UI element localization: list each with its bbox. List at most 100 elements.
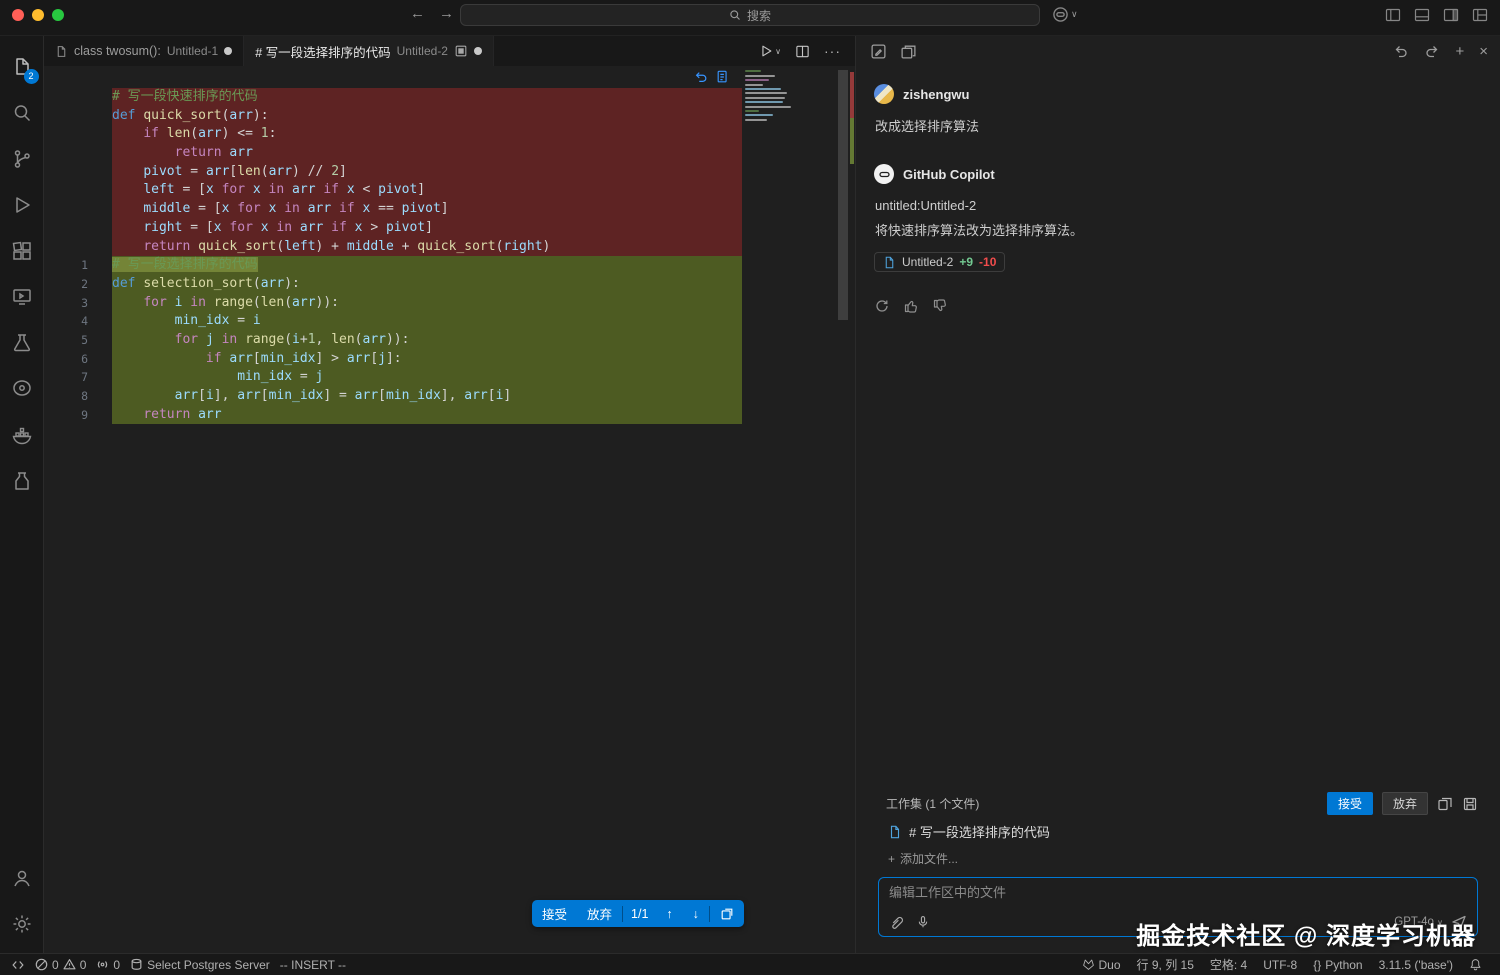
sidebar-item-extension-a[interactable] — [0, 366, 44, 412]
chat-edits-icon[interactable] — [870, 43, 887, 60]
sidebar-item-run-debug[interactable] — [0, 182, 44, 228]
minimize-window-button[interactable] — [32, 8, 44, 21]
model-selector[interactable]: GPT-4o ∨ — [1394, 916, 1443, 928]
remote-indicator[interactable] — [6, 954, 30, 975]
chip-file-name: Untitled-2 — [902, 255, 954, 269]
sidebar-item-docker[interactable] — [0, 412, 44, 458]
attach-icon[interactable] — [889, 915, 904, 930]
code-line[interactable]: right = [x for x in arr if x > pivot] — [44, 218, 742, 238]
next-change-button[interactable]: ↓ — [683, 900, 709, 927]
workset-discard-button[interactable]: 放弃 — [1381, 792, 1428, 815]
sidebar-item-search[interactable] — [0, 90, 44, 136]
ports-count: 0 — [113, 957, 121, 972]
code-line[interactable]: left = [x for x in arr if x < pivot] — [44, 181, 742, 201]
save-all-icon[interactable] — [1462, 796, 1478, 812]
copilot-menu-button[interactable]: ∨ — [1052, 6, 1078, 23]
settings-button[interactable] — [0, 901, 44, 947]
notifications-button[interactable] — [1461, 958, 1490, 971]
add-file-button[interactable]: + 添加文件... — [878, 841, 1478, 867]
split-editor-icon[interactable] — [795, 44, 810, 59]
workset-accept-button[interactable]: 接受 — [1326, 792, 1373, 815]
editor[interactable]: # 写一段快速排序的代码 def quick_sort(arr): if len(… — [44, 66, 855, 953]
thumbs-up-icon[interactable] — [903, 298, 919, 314]
accept-change-button[interactable]: 接受 — [532, 900, 577, 927]
open-changes-button[interactable] — [710, 900, 744, 927]
code-line[interactable]: return arr — [44, 144, 742, 163]
encoding-indicator[interactable]: UTF-8 — [1255, 958, 1305, 972]
toggle-panel-icon[interactable] — [1414, 7, 1430, 23]
regenerate-icon[interactable] — [874, 298, 890, 314]
code-line[interactable]: 1 # 写一段选择排序的代码 — [44, 256, 742, 275]
code-line[interactable]: 9 return arr — [44, 405, 742, 425]
search-placeholder: 搜索 — [746, 8, 771, 23]
code-line[interactable]: 4 min_idx = i — [44, 312, 742, 331]
maximize-window-button[interactable] — [52, 8, 64, 21]
modified-dot-icon[interactable] — [473, 47, 482, 55]
diff-review-toolbar: 接受 放弃 1/1 ↑ ↓ — [532, 900, 744, 927]
postgres-label: Select Postgres Server — [147, 957, 270, 972]
sidebar-item-extensions[interactable] — [0, 228, 44, 274]
python-env-selector[interactable]: 3.11.5 ('base') — [1371, 958, 1461, 972]
view-all-diffs-icon[interactable] — [1437, 796, 1453, 812]
sidebar-item-explorer[interactable]: 2 — [0, 44, 44, 90]
ports-indicator[interactable]: 0 — [91, 954, 125, 975]
workset-file-item[interactable]: # 写一段选择排序的代码 — [878, 815, 1478, 841]
duo-indicator[interactable]: Duo — [1074, 958, 1129, 972]
code-line[interactable]: # 写一段快速排序的代码 — [44, 88, 742, 107]
code-line[interactable]: def quick_sort(arr): — [44, 106, 742, 126]
cursor-position[interactable]: 行 9, 列 15 — [1129, 956, 1202, 973]
back-icon[interactable]: ← — [410, 5, 425, 22]
python-env-label: 3.11.5 ('base') — [1378, 957, 1453, 972]
sidebar-item-source-control[interactable] — [0, 136, 44, 182]
language-mode[interactable]: {} Python — [1305, 958, 1370, 972]
search-input[interactable]: 搜索 — [460, 4, 1040, 26]
code-line[interactable]: 6 if arr[min_idx] > arr[j]: — [44, 349, 742, 369]
thumbs-down-icon[interactable] — [932, 298, 948, 314]
code-line[interactable]: 8 arr[i], arr[min_idx] = arr[min_idx], a… — [44, 387, 742, 406]
tab-untitled-2[interactable]: # 写一段选择排序的代码 Untitled-2 — [244, 36, 494, 66]
customize-layout-icon[interactable] — [1472, 7, 1488, 23]
account-button[interactable] — [0, 855, 44, 901]
undo-edit-icon[interactable] — [694, 70, 708, 84]
sidebar-item-extension-b[interactable] — [0, 458, 44, 504]
chat-input-container: GPT-4o ∨ — [878, 877, 1478, 937]
postgres-selector[interactable]: Select Postgres Server — [125, 954, 275, 975]
code-line[interactable]: 5 for j in range(i+1, len(arr)): — [44, 330, 742, 350]
vim-mode-indicator[interactable]: -- INSERT -- — [275, 954, 351, 975]
code-line[interactable]: pivot = arr[len(arr) // 2] — [44, 162, 742, 182]
vertical-scrollbar[interactable] — [838, 70, 848, 320]
code-line[interactable]: 3 for i in range(len(arr)): — [44, 293, 742, 313]
redo-icon[interactable] — [1424, 43, 1440, 59]
undo-icon[interactable] — [1393, 43, 1409, 59]
code-line[interactable]: middle = [x for x in arr if x == pivot] — [44, 200, 742, 219]
code-line[interactable]: if len(arr) <= 1: — [44, 125, 742, 145]
titlebar: ← → 搜索 ∨ — [0, 0, 1500, 36]
minimap[interactable] — [745, 68, 801, 123]
code-line[interactable]: return quick_sort(left) + middle + quick… — [44, 237, 742, 257]
toggle-primary-sidebar-icon[interactable] — [1385, 7, 1401, 23]
discard-change-button[interactable]: 放弃 — [577, 900, 622, 927]
sidebar-item-remote-explorer[interactable] — [0, 274, 44, 320]
tab-untitled-1[interactable]: class twosum(): Untitled-1 — [44, 36, 245, 66]
indentation-indicator[interactable]: 空格: 4 — [1202, 956, 1255, 973]
close-icon[interactable]: × — [1479, 43, 1488, 60]
sidebar-item-testing[interactable] — [0, 320, 44, 366]
chat-input[interactable] — [889, 885, 1467, 900]
modified-dot-icon[interactable] — [224, 47, 233, 55]
problems-indicator[interactable]: 0 0 — [30, 954, 91, 975]
more-actions-icon[interactable]: ··· — [824, 43, 841, 59]
send-icon[interactable] — [1451, 914, 1467, 930]
code-line[interactable]: 7 min_idx = j — [44, 368, 742, 387]
chat-sessions-icon[interactable] — [900, 43, 917, 60]
changed-file-chip[interactable]: Untitled-2 +9 -10 — [874, 252, 1006, 272]
open-diff-icon[interactable] — [716, 70, 730, 84]
forward-icon[interactable]: → — [439, 5, 454, 22]
code-line[interactable]: 2 def selection_sort(arr): — [44, 274, 742, 294]
new-chat-icon[interactable]: + — [1455, 43, 1464, 60]
toggle-secondary-sidebar-icon[interactable] — [1443, 7, 1459, 23]
close-window-button[interactable] — [12, 8, 24, 21]
mic-icon[interactable] — [916, 915, 930, 929]
copilot-avatar — [874, 164, 894, 184]
previous-change-button[interactable]: ↑ — [656, 900, 682, 927]
run-button[interactable]: ∨ — [759, 44, 781, 58]
